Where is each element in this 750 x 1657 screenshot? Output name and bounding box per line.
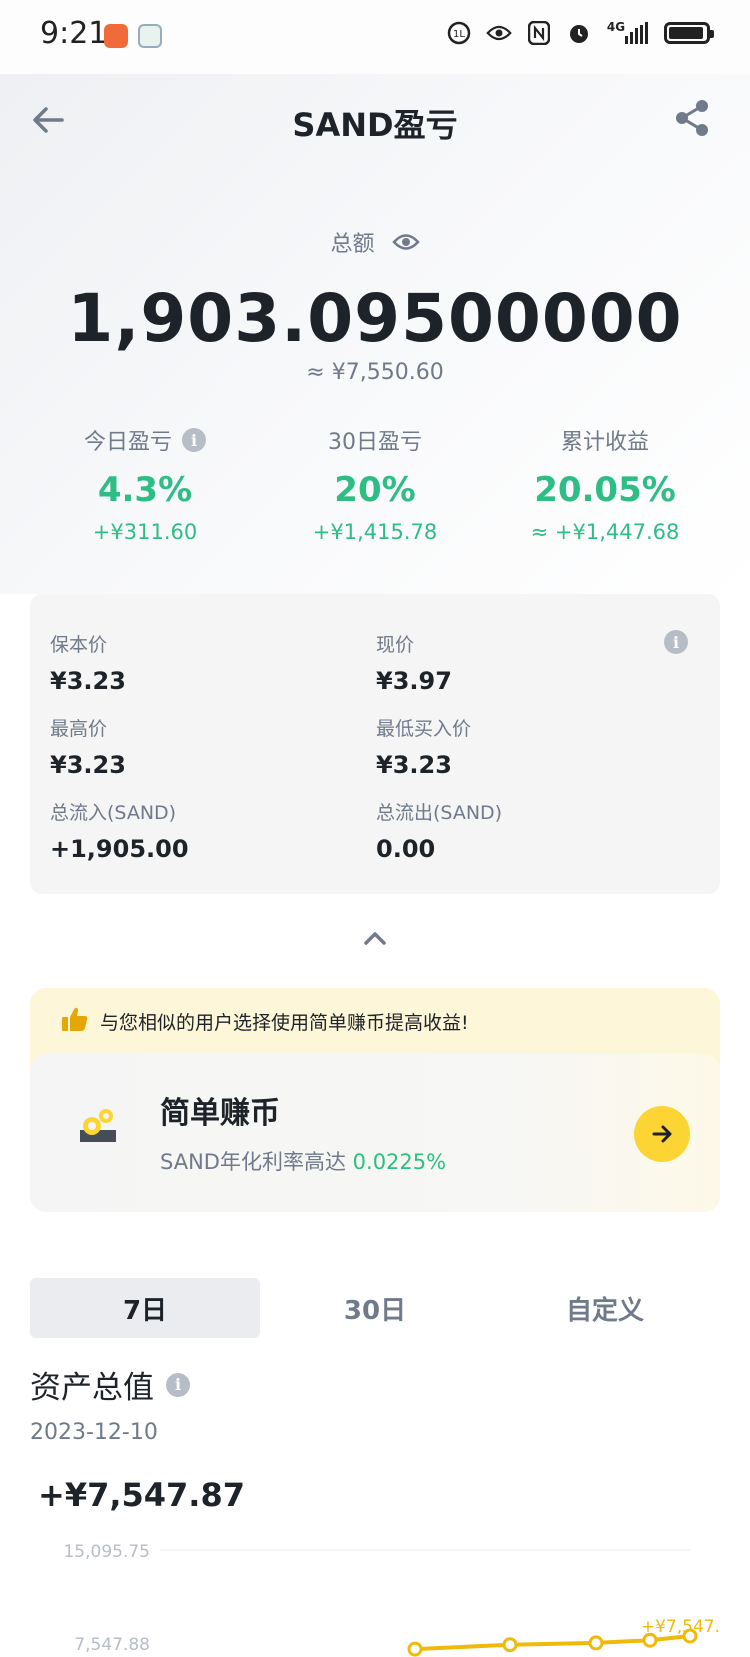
detail-value: ¥3.23 (50, 667, 126, 695)
stat-today: 今日盈亏 i 4.3% +¥311.60 (30, 424, 260, 544)
apr-rate: 0.0225% (352, 1150, 447, 1174)
current-price-cell: 现价 ¥3.97 (376, 630, 452, 695)
share-button[interactable] (672, 98, 712, 138)
arrow-right-icon (652, 1125, 672, 1143)
detail-label: 最高价 (50, 718, 108, 740)
y-tick-label: 15,095.75 (63, 1542, 150, 1562)
series-line (407, 1628, 698, 1657)
asset-date: 2023-12-10 (30, 1420, 158, 1445)
network-label: 4G (606, 20, 626, 34)
simple-earn-title: 简单赚币 (160, 1096, 280, 1131)
app-notification-icon (104, 24, 128, 48)
visibility-toggle[interactable] (391, 232, 420, 258)
highest-price-cell: 最高价 ¥3.23 (50, 714, 126, 779)
detail-value: ¥3.97 (376, 667, 452, 695)
info-icon[interactable]: i (166, 1372, 190, 1397)
go-button[interactable] (634, 1106, 690, 1162)
asset-chart: 15,095.75 7,547.88 +¥7,547. (63, 1542, 720, 1657)
nfc-icon (526, 20, 552, 46)
break-even-cell: 保本价 ¥3.23 (50, 630, 126, 695)
outflow-cell: 总流出(SAND) 0.00 (376, 798, 502, 863)
simple-earn-card[interactable]: 简单赚币 SAND年化利率高达 0.0225% (30, 1054, 720, 1212)
thumbs-up-icon (62, 1007, 88, 1035)
promo-subtitle: SAND年化利率高达 (160, 1150, 346, 1174)
detail-label: 保本价 (50, 634, 108, 656)
tab-custom[interactable]: 自定义 (490, 1278, 720, 1338)
info-icon[interactable]: i (664, 630, 688, 654)
detail-label: 总流出(SAND) (376, 802, 503, 824)
eye-icon (391, 234, 420, 250)
detail-value: ¥3.23 (376, 751, 452, 779)
simple-earn-subtitle: SAND年化利率高达 0.0225% (160, 1146, 446, 1176)
info-icon[interactable]: i (182, 428, 206, 452)
detail-label: 总流入(SAND) (50, 802, 177, 824)
chevron-up-icon (364, 932, 386, 945)
detail-label: 最低买入价 (376, 718, 472, 740)
stat-cumulative: 累计收益 20.05% ≈ +¥1,447.68 (490, 424, 720, 544)
stat-percent: 20.05% (534, 470, 676, 510)
status-icons: 1L 4G (446, 20, 714, 46)
signal-icon: 4G (606, 20, 650, 46)
detail-value: 0.00 (376, 835, 436, 863)
total-amount: 1,903.09500000 (67, 280, 683, 357)
hd-icon: 1L (446, 20, 472, 46)
stat-label: 30日盈亏 (328, 430, 422, 455)
stat-label: 今日盈亏 (83, 430, 172, 455)
alarm-icon (566, 20, 592, 46)
asset-value: +¥7,547.87 (38, 1476, 245, 1514)
status-bar: 9:21 1L 4G (0, 0, 750, 74)
battery-icon (664, 22, 714, 44)
page-title: SAND盈亏 (292, 106, 458, 144)
collapse-button[interactable] (363, 930, 387, 950)
price-details-card: 保本价 ¥3.23 现价 ¥3.97 i 最高价 ¥3.23 最低买入价 ¥3.… (30, 594, 720, 894)
stat-amount: +¥311.60 (92, 520, 198, 544)
stat-label: 累计收益 (560, 430, 649, 455)
detail-value: +1,905.00 (50, 835, 189, 863)
app-notification-icon (138, 24, 162, 48)
total-label-row: 总额 (0, 226, 750, 258)
status-time: 9:21 (40, 16, 108, 51)
asset-title-row: 资产总值 i (30, 1362, 190, 1407)
total-fiat-amount: ≈ ¥7,550.60 (306, 360, 444, 385)
svg-text:1L: 1L (453, 29, 465, 40)
simple-earn-promo: 与您相似的用户选择使用简单赚币提高收益! 简单赚币 SAND年化利率高达 0.0… (30, 988, 720, 1212)
tab-7d[interactable]: 7日 (30, 1278, 260, 1338)
data-point[interactable] (642, 1632, 658, 1648)
period-tabs: 7日 30日 自定义 (30, 1278, 720, 1338)
total-label: 总额 (330, 232, 375, 257)
tab-30d[interactable]: 30日 (260, 1278, 490, 1338)
y-tick-label: 7,547.88 (74, 1635, 150, 1655)
stat-amount: +¥1,415.78 (312, 520, 438, 544)
data-point[interactable] (588, 1635, 604, 1651)
inflow-cell: 总流入(SAND) +1,905.00 (50, 798, 189, 863)
detail-label: 现价 (376, 634, 415, 656)
data-point[interactable] (502, 1637, 518, 1653)
data-point[interactable] (682, 1628, 698, 1644)
pnl-stats: 今日盈亏 i 4.3% +¥311.60 30日盈亏 20% +¥1,415.7… (30, 424, 720, 544)
share-icon (676, 100, 708, 136)
asset-title: 资产总值 (30, 1370, 154, 1406)
stat-percent: 4.3% (97, 470, 193, 510)
stat-amount: ≈ +¥1,447.68 (530, 520, 680, 544)
detail-value: ¥3.23 (50, 751, 126, 779)
simple-earn-icon (78, 1104, 118, 1148)
eye-icon (486, 20, 512, 46)
promo-message: 与您相似的用户选择使用简单赚币提高收益! (100, 1011, 469, 1034)
stat-percent: 20% (334, 470, 416, 510)
data-point[interactable] (407, 1641, 423, 1657)
lowest-buy-cell: 最低买入价 ¥3.23 (376, 714, 471, 779)
stat-30d: 30日盈亏 20% +¥1,415.78 (260, 424, 490, 544)
